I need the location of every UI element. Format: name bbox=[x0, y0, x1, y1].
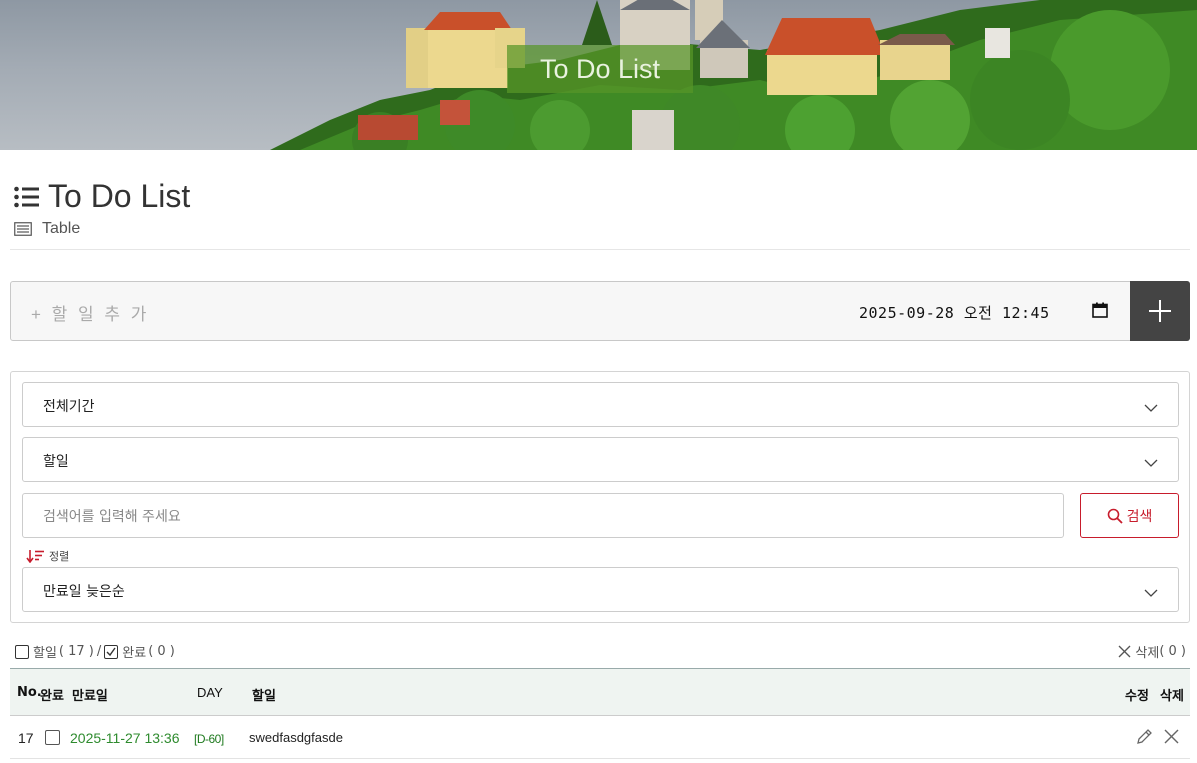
view-mode-indicator[interactable]: Table bbox=[14, 220, 80, 238]
sort-select[interactable]: 만료일 늦은순 bbox=[22, 567, 1179, 612]
bulk-delete-count: ( 0 ) bbox=[1159, 644, 1186, 659]
header-edit: 수정 bbox=[1125, 689, 1149, 704]
todo-summary-label: 할일 bbox=[33, 646, 57, 661]
search-target-value: 할일 bbox=[43, 454, 69, 470]
check-icon bbox=[106, 647, 116, 656]
header-delete: 삭제 bbox=[1160, 689, 1184, 704]
close-icon[interactable] bbox=[1164, 729, 1179, 744]
row-complete-checkbox[interactable] bbox=[45, 730, 60, 745]
close-icon bbox=[1118, 645, 1131, 658]
row-task-text[interactable]: swedfasdgfasde bbox=[249, 730, 343, 745]
sort-select-value: 만료일 늦은순 bbox=[43, 584, 125, 600]
title-row: To Do List bbox=[14, 178, 190, 215]
banner-title: To Do List bbox=[507, 45, 693, 93]
header-day: DAY bbox=[197, 685, 223, 700]
done-summary-count: ( 0 ) bbox=[148, 644, 175, 659]
search-placeholder: 검색어를 입력해 주세요 bbox=[43, 509, 181, 525]
add-task-bar: + 할 일 추 가 2025-09-28 오전 12:45 bbox=[10, 281, 1190, 341]
header-task[interactable]: 할일 bbox=[252, 685, 276, 704]
due-datetime-input[interactable]: 2025-09-28 오전 12:45 bbox=[859, 302, 1050, 323]
todo-checkbox-icon[interactable] bbox=[15, 644, 29, 659]
bulk-delete-button[interactable]: 삭제 ( 0 ) bbox=[1118, 642, 1186, 661]
chevron-down-icon bbox=[1144, 589, 1158, 597]
page-header: To Do List Table bbox=[10, 168, 1190, 250]
search-icon bbox=[1107, 508, 1123, 524]
done-summary-label: 완료 bbox=[122, 646, 147, 661]
plus-icon bbox=[1149, 300, 1171, 322]
add-task-input[interactable]: + 할 일 추 가 bbox=[31, 300, 149, 325]
search-input[interactable]: 검색어를 입력해 주세요 bbox=[22, 493, 1064, 538]
sort-label: 정렬 bbox=[49, 550, 70, 563]
table-icon bbox=[14, 222, 32, 236]
table-header: No. 완료 만료일 DAY 할일 수정 삭제 bbox=[10, 668, 1190, 716]
add-task-button[interactable] bbox=[1130, 281, 1190, 341]
header-no: No. bbox=[17, 685, 42, 700]
todo-summary-count: ( 17 ) bbox=[58, 644, 94, 659]
page-title: To Do List bbox=[48, 178, 191, 214]
period-select-value: 전체기간 bbox=[43, 399, 95, 415]
task-summary: 할일 ( 17 ) / 완료 ( 0 ) bbox=[15, 642, 175, 661]
filter-panel: 전체기간 할일 검색어를 입력해 주세요 검색 정렬 만료일 늦은순 bbox=[10, 371, 1190, 623]
list-icon bbox=[14, 186, 39, 207]
chevron-down-icon bbox=[1144, 404, 1158, 412]
sort-label-row: 정렬 bbox=[26, 548, 69, 564]
row-number: 17 bbox=[18, 730, 34, 746]
sort-descending-icon bbox=[26, 550, 44, 563]
calendar-icon[interactable] bbox=[1092, 302, 1108, 318]
period-select[interactable]: 전체기간 bbox=[22, 382, 1179, 427]
table-row: 17 2025-11-27 13:36 [D-60] swedfasdgfasd… bbox=[10, 716, 1190, 759]
row-due-date: 2025-11-27 13:36 bbox=[70, 730, 180, 746]
bulk-delete-label: 삭제 bbox=[1135, 646, 1160, 661]
chevron-down-icon bbox=[1144, 459, 1158, 467]
header-done[interactable]: 완료 bbox=[40, 685, 64, 704]
pencil-icon[interactable] bbox=[1135, 728, 1153, 746]
search-target-select[interactable]: 할일 bbox=[22, 437, 1179, 482]
search-button-label: 검색 bbox=[1126, 508, 1153, 525]
header-banner: To Do List bbox=[0, 0, 1197, 150]
header-due[interactable]: 만료일 bbox=[72, 685, 108, 704]
summary-separator: / bbox=[96, 644, 102, 659]
view-mode-label: Table bbox=[42, 220, 81, 237]
done-checkbox-icon[interactable] bbox=[104, 644, 119, 659]
search-button[interactable]: 검색 bbox=[1080, 493, 1179, 538]
row-day-badge: [D-60] bbox=[194, 732, 224, 746]
